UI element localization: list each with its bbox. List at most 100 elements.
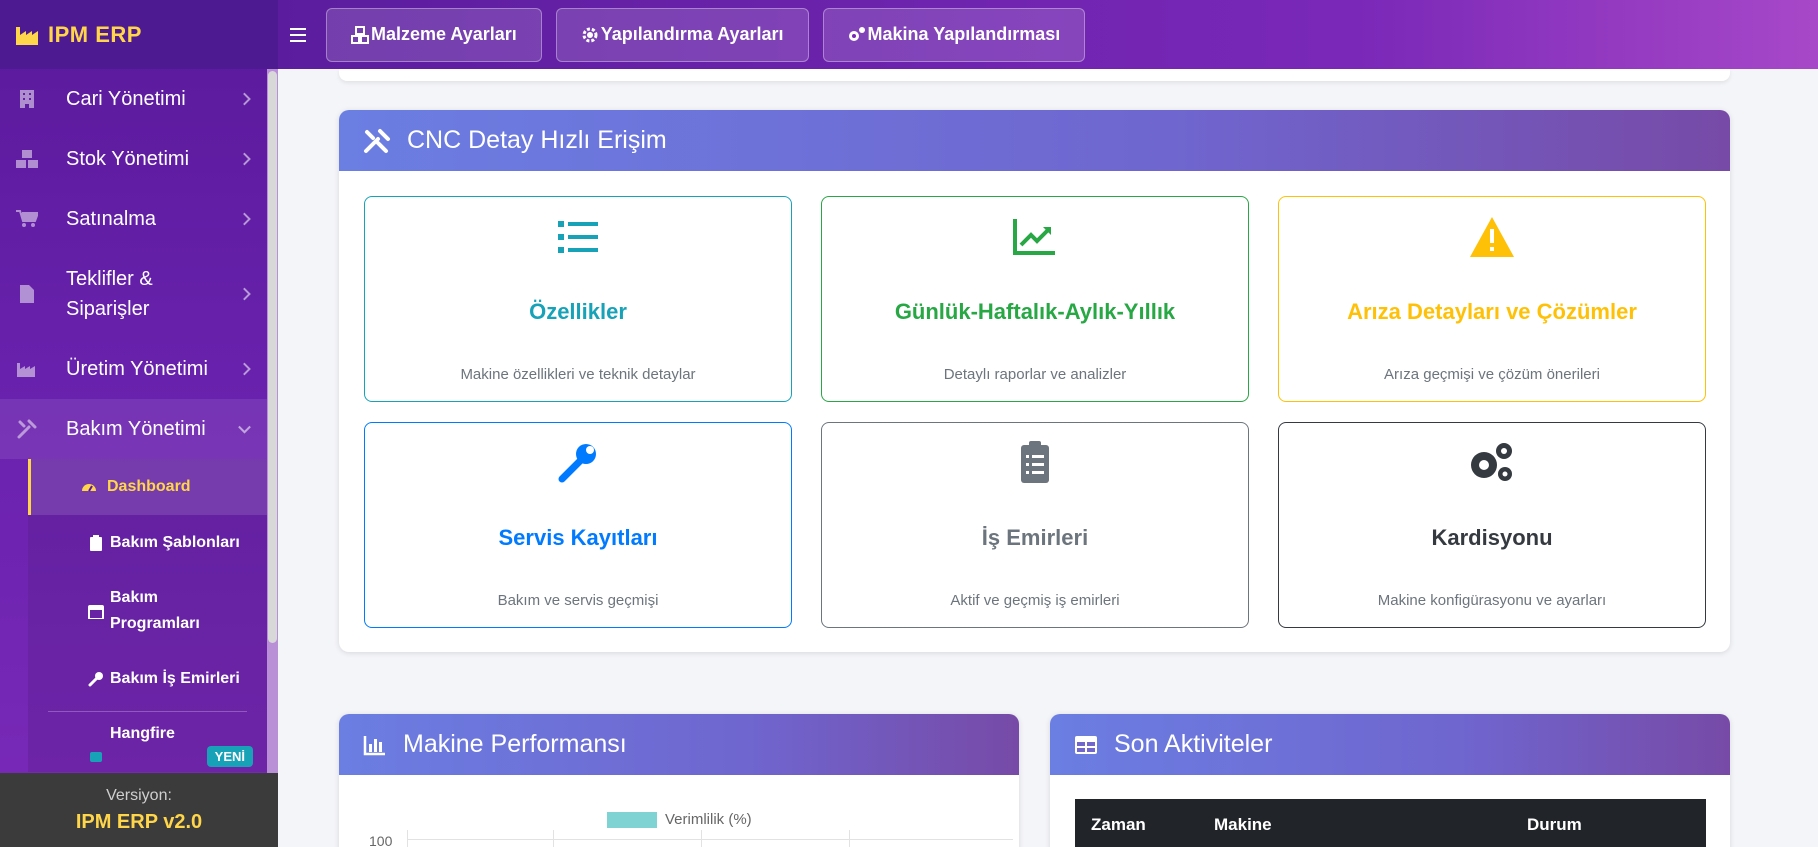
industry-icon: [16, 26, 38, 45]
version-value: IPM ERP v2.0: [75, 811, 203, 833]
table-header: Zaman Makine Durum: [1075, 799, 1706, 847]
previous-card-bottom: [339, 69, 1730, 81]
chevron-right-icon: [238, 362, 251, 376]
tile-description: Aktif ve geçmiş iş emirleri: [950, 592, 1120, 609]
performance-card: Makine Performansı Verimlilik (%) 100: [339, 714, 1019, 847]
machine-configuration-button[interactable]: Makina Yapılandırması: [822, 7, 1086, 62]
sidebar-item-satinalma[interactable]: Satınalma: [0, 189, 267, 249]
legend-swatch: [607, 811, 657, 828]
brand-name: IPM ERP: [48, 21, 142, 47]
card-title: CNC Detay Hızlı Erişim: [407, 126, 667, 154]
sidebar-subitem-label: Dashboard: [107, 478, 191, 495]
sidebar-item-label: Stok Yönetimi: [66, 147, 190, 170]
chevron-down-icon: [238, 420, 251, 434]
gridline: [407, 830, 408, 847]
tile-kardisyonu[interactable]: Kardisyonu Makine konfigürasyonu ve ayar…: [1278, 422, 1706, 628]
gears-icon: [848, 26, 865, 41]
sidebar-item-label: Teklifler & Siparişler: [66, 268, 153, 320]
boxes-icon: [16, 148, 38, 170]
tile-description: Detaylı raporlar ve analizler: [943, 366, 1127, 383]
tools-icon: [16, 418, 38, 440]
sidebar-item-stok[interactable]: Stok Yönetimi: [0, 129, 267, 189]
material-settings-button[interactable]: Malzeme Ayarları: [326, 7, 542, 62]
tile-ariza[interactable]: Arıza Detayları ve Çözümler Arıza geçmiş…: [1278, 196, 1706, 402]
cubes-icon: [351, 25, 369, 44]
sidebar-item-label: Cari Yönetimi: [66, 87, 186, 110]
gridline: [407, 839, 1013, 840]
button-label: Yapılandırma Ayarları: [600, 24, 784, 44]
activities-card: Son Aktiviteler Zaman Makine Durum: [1050, 714, 1730, 847]
menu-toggle-icon[interactable]: [290, 27, 306, 42]
cart-icon: [16, 208, 38, 230]
warning-icon: [1470, 217, 1514, 257]
gears-icon: [1471, 443, 1512, 481]
sidebar-subitem-dashboard[interactable]: Dashboard: [28, 459, 267, 515]
performance-chart: Verimlilik (%) 100: [339, 775, 1019, 847]
sidebar-subitem-is-emirleri[interactable]: Bakım İş Emirleri: [28, 651, 267, 707]
industry-icon: [16, 358, 38, 380]
chevron-right-icon: [238, 152, 251, 166]
button-label: Malzeme Ayarları: [371, 24, 517, 44]
tile-title: İş Emirleri: [981, 525, 1089, 550]
tools-icon: [364, 128, 390, 153]
sidebar-scrollbar[interactable]: [267, 69, 278, 847]
tile-title: Kardisyonu: [1431, 525, 1553, 550]
file-invoice-icon: [16, 283, 38, 305]
y-tick-label: 100: [369, 833, 393, 847]
version-label: Versiyon:: [106, 787, 172, 804]
gridline: [849, 830, 850, 847]
sidebar-subitem-hangfire[interactable]: Hangfire YENİ: [28, 712, 267, 772]
version-footer: Versiyon: IPM ERP v2.0: [0, 773, 278, 847]
tile-description: Makine konfigürasyonu ve ayarları: [1377, 592, 1607, 609]
sidebar-item-label: Bakım Yönetimi: [66, 417, 206, 440]
sidebar-submenu: Dashboard Bakım Şablonları Bakım Program…: [28, 459, 267, 772]
card-title: Makine Performansı: [403, 730, 627, 758]
sidebar-item-uretim[interactable]: Üretim Yönetimi: [0, 339, 267, 399]
tile-description: Bakım ve servis geçmişi: [497, 592, 659, 609]
tile-description: Makine özellikleri ve teknik detaylar: [460, 366, 696, 383]
tile-servis[interactable]: Servis Kayıtları Bakım ve servis geçmişi: [364, 422, 792, 628]
card-header: Makine Performansı: [339, 714, 1019, 775]
robot-icon: [90, 752, 102, 762]
quick-access-card: CNC Detay Hızlı Erişim Özellikler Makine…: [339, 110, 1730, 652]
sidebar-subitem-programlar[interactable]: Bakım Programları: [28, 571, 267, 651]
list-icon: [558, 221, 598, 253]
sidebar-subitem-label: Bakım Programları: [110, 589, 200, 632]
column-header-machine[interactable]: Makine: [1214, 815, 1272, 835]
tile-ozellikler[interactable]: Özellikler Makine özellikleri ve teknik …: [364, 196, 792, 402]
activities-table: Zaman Makine Durum: [1050, 775, 1730, 847]
clipboard-list-icon: [1021, 441, 1049, 483]
tile-title: Günlük-Haftalık-Aylık-Yıllık: [894, 299, 1176, 324]
sidebar-subitem-label: Hangfire: [110, 725, 175, 742]
tile-is-emirleri[interactable]: İş Emirleri Aktif ve geçmiş iş emirleri: [821, 422, 1249, 628]
clipboard-icon: [90, 535, 102, 551]
column-header-status[interactable]: Durum: [1527, 815, 1582, 835]
wrench-icon: [88, 672, 103, 687]
calendar-icon: [88, 605, 104, 619]
chart-bar-icon: [363, 735, 385, 755]
tile-title: Arıza Detayları ve Çözümler: [1347, 299, 1637, 324]
sidebar-subitem-sablonlar[interactable]: Bakım Şablonları: [28, 515, 267, 571]
sidebar-item-teklifler[interactable]: Teklifler & Siparişler: [0, 249, 267, 339]
chevron-right-icon: [238, 287, 251, 301]
wrench-icon: [558, 444, 596, 483]
button-label: Makina Yapılandırması: [867, 24, 1061, 44]
chart-legend[interactable]: Verimlilik (%): [607, 811, 752, 828]
sidebar: IPM ERP Cari Yönetimi Stok Yönetimi Satı…: [0, 0, 278, 847]
scrollbar-thumb[interactable]: [268, 71, 277, 643]
tile-raporlar[interactable]: Günlük-Haftalık-Aylık-Yıllık Detaylı rap…: [821, 196, 1249, 402]
sidebar-item-bakim[interactable]: Bakım Yönetimi: [0, 399, 267, 459]
table-icon: [1075, 735, 1097, 754]
sidebar-item-cari[interactable]: Cari Yönetimi: [0, 69, 267, 129]
sidebar-subitem-label: Bakım İş Emirleri: [110, 670, 240, 687]
tile-title: Servis Kayıtları: [498, 525, 658, 550]
brand[interactable]: IPM ERP: [0, 0, 278, 69]
gridline: [701, 830, 702, 847]
column-header-time[interactable]: Zaman: [1091, 815, 1146, 835]
configuration-settings-button[interactable]: Yapılandırma Ayarları: [555, 7, 809, 62]
topbar: Malzeme Ayarları Yapılandırma Ayarları M…: [278, 0, 1818, 69]
tachometer-icon: [82, 484, 96, 492]
sidebar-subitem-label: Bakım Şablonları: [110, 534, 240, 551]
chevron-right-icon: [238, 212, 251, 226]
card-header: Son Aktiviteler: [1050, 714, 1730, 775]
